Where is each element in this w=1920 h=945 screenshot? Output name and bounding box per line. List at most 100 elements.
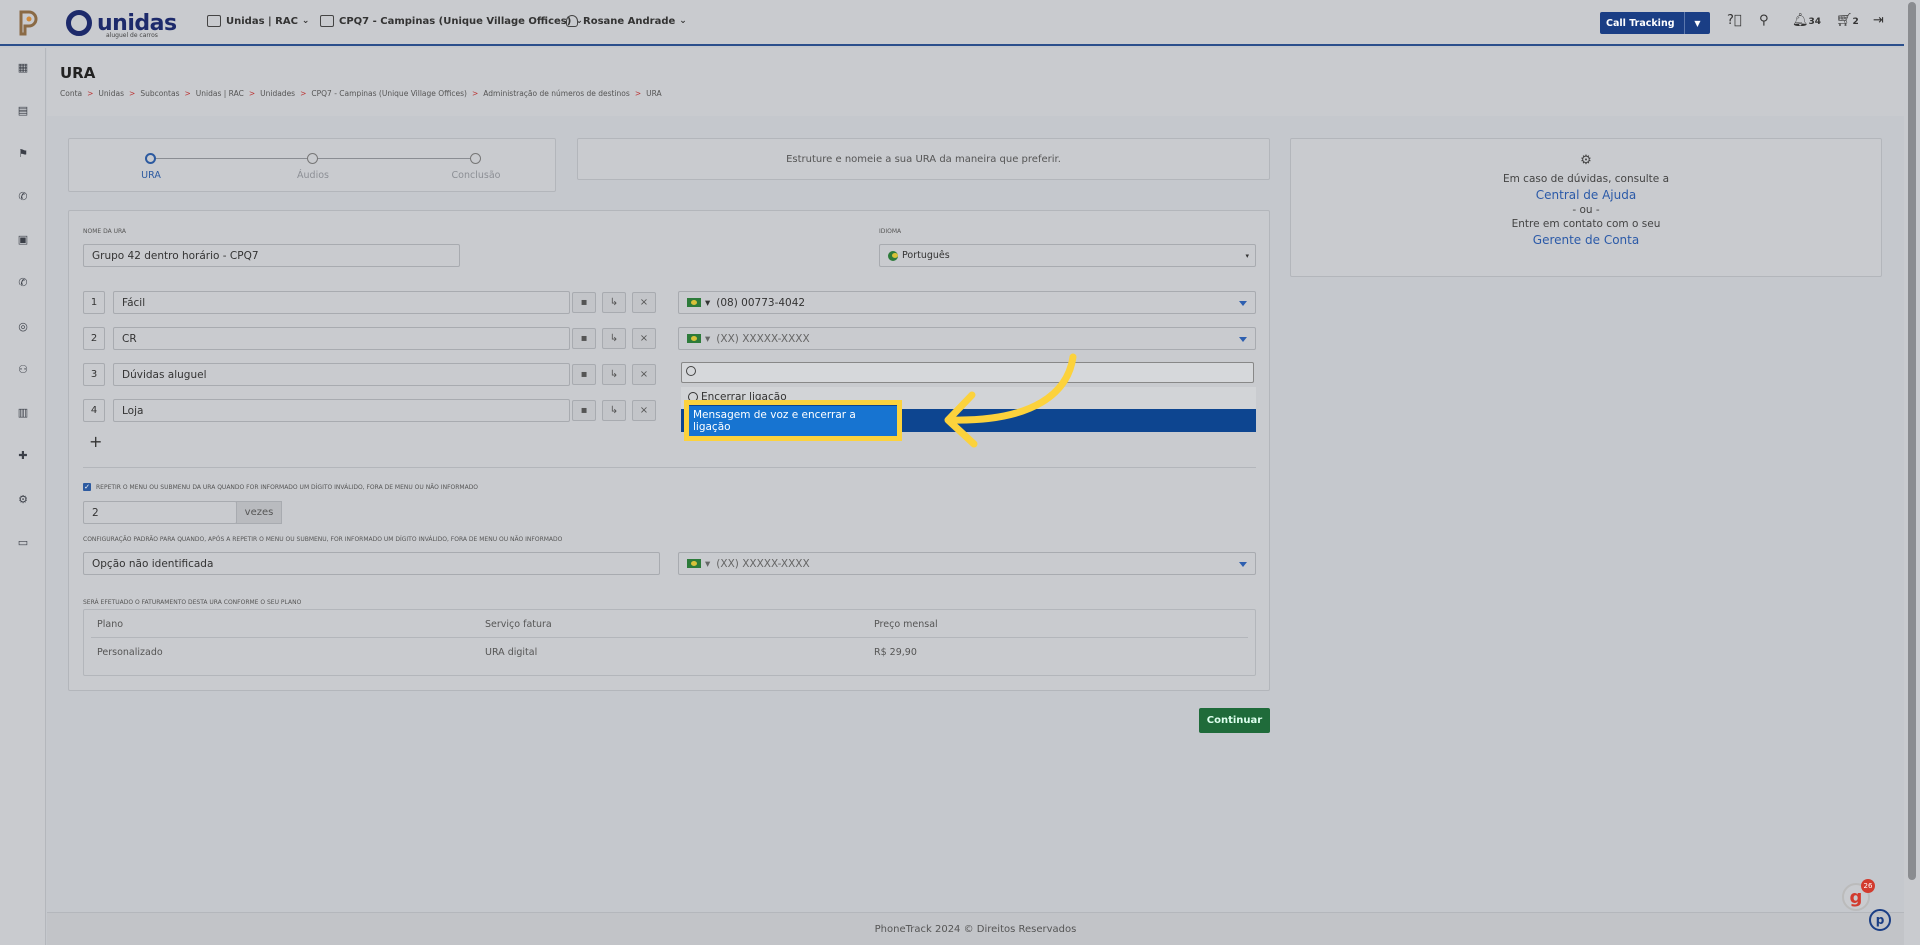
breadcrumb-item[interactable]: CPQ7 - Campinas (Unique Village Offices) (311, 89, 467, 98)
breadcrumb-item[interactable]: Conta (60, 89, 82, 98)
ura-name-value: Grupo 42 dentro horário - CPQ7 (92, 249, 259, 262)
billing-header-price: Preço mensal (874, 619, 938, 630)
unit-select-label: CPQ7 - Campinas (Unique Village Offices) (339, 15, 572, 27)
notifications-count: 34 (1808, 17, 1822, 27)
submenu-icon[interactable]: ↳ (602, 400, 626, 421)
option-label-value: CR (122, 332, 137, 345)
option-label-input[interactable]: Fácil (113, 291, 570, 314)
unidas-logo[interactable]: unidas aluguel de carros (66, 6, 177, 40)
building-icon[interactable]: ▤ (16, 105, 30, 117)
logout-icon[interactable]: ⇥ (1873, 13, 1884, 28)
billing-price-value: R$ 29,90 (874, 647, 917, 658)
dashboard-icon[interactable]: ▦ (16, 62, 30, 74)
caret-down-icon (1239, 301, 1247, 306)
option-number: 3 (83, 363, 105, 386)
help-center-link[interactable]: Central de Ajuda (1291, 188, 1881, 202)
flag-icon[interactable]: ⚑ (16, 148, 30, 160)
language-select[interactable]: Português ▾ (879, 244, 1256, 267)
step-dot-audios[interactable] (307, 153, 318, 164)
brazil-flag-icon (888, 250, 898, 261)
remove-option-icon[interactable]: × (632, 292, 656, 313)
breadcrumb-item[interactable]: Subcontas (140, 89, 179, 98)
scrollbar[interactable] (1904, 0, 1920, 945)
breadcrumb-separator-icon: > (129, 89, 136, 98)
highlight-box[interactable]: Mensagem de voz e encerrar a ligação (684, 400, 902, 441)
puzzle-icon[interactable]: ✚ (16, 450, 30, 462)
remove-option-icon[interactable]: × (632, 400, 656, 421)
notifications-button[interactable]: 🔔︎34 (1792, 13, 1821, 28)
settings-icon[interactable]: ⚙ (16, 494, 30, 506)
audio-icon[interactable]: ▪ (572, 364, 596, 385)
users-icon[interactable]: ⚇ (16, 364, 30, 376)
default-destination-select[interactable]: ▾ (XX) XXXXX-XXXX (678, 552, 1256, 575)
phone-call-icon[interactable]: ✆ (16, 277, 30, 289)
product-button-label: Call Tracking (1606, 17, 1675, 29)
help-icon[interactable]: ?⃝ (1727, 13, 1742, 28)
audio-icon[interactable]: ▪ (572, 328, 596, 349)
destination-select[interactable]: ▾ (XX) XXXXX-XXXX (678, 327, 1256, 350)
intro-text: Estruture e nomeie a sua URA da maneira … (786, 153, 1061, 165)
reports-icon[interactable]: ▥ (16, 407, 30, 419)
submenu-icon[interactable]: ↳ (602, 292, 626, 313)
option-label-input[interactable]: CR (113, 327, 570, 350)
repeat-suffix: vezes (236, 501, 282, 524)
account-select[interactable]: Unidas | RAC ⌄ (207, 15, 309, 27)
repeat-count-input[interactable]: 2 (83, 501, 237, 524)
contact-card-icon[interactable]: ▣ (16, 234, 30, 246)
destination-value: (08) 00773-4042 (716, 296, 806, 309)
dropdown-option-voice-end-label: Mensagem de voz e encerrar a ligação (689, 405, 897, 436)
scrollbar-thumb[interactable] (1908, 2, 1916, 880)
option-label-input[interactable]: Loja (113, 399, 570, 422)
breadcrumb-item[interactable]: Administração de números de destinos (483, 89, 630, 98)
dropdown-dot-icon: ▾ (705, 557, 711, 570)
help-card: ⚙ Em caso de dúvidas, consulte a Central… (1290, 138, 1882, 277)
repeat-checkbox[interactable]: ✓ (83, 483, 91, 491)
destination-select[interactable]: ▾ (08) 00773-4042 (678, 291, 1256, 314)
phonetrack-logo[interactable] (18, 8, 40, 36)
cart-icon: 🛒︎ (1836, 13, 1853, 28)
billing-table: Plano Serviço fatura Preço mensal Person… (83, 609, 1256, 676)
store-icon[interactable]: ▭ (16, 537, 30, 549)
unit-select[interactable]: CPQ7 - Campinas (Unique Village Offices)… (320, 15, 583, 27)
dropdown-dot-icon: ▾ (705, 296, 711, 309)
search-icon[interactable]: ⚲ (1759, 13, 1769, 28)
step-dot-conclusao[interactable] (470, 153, 481, 164)
building-icon (320, 15, 334, 27)
breadcrumb-item[interactable]: Unidas | RAC (196, 89, 244, 98)
default-option-input[interactable]: Opção não identificada (83, 552, 660, 575)
breadcrumb-item[interactable]: Unidades (260, 89, 295, 98)
add-option-icon[interactable]: + (89, 432, 102, 451)
breadcrumb-item[interactable]: Unidas (98, 89, 124, 98)
page-title: URA (60, 64, 96, 82)
default-config-label: Configuração padrão para quando, após a … (83, 536, 563, 543)
remove-option-icon[interactable]: × (632, 364, 656, 385)
step-dot-ura[interactable] (145, 153, 156, 164)
caret-down-icon[interactable]: ▼ (1684, 12, 1710, 34)
submenu-icon[interactable]: ↳ (602, 328, 626, 349)
brazil-flag-icon (687, 559, 701, 568)
phonetrack-widget-icon[interactable]: p (1869, 909, 1891, 931)
phone-icon[interactable]: ✆ (16, 191, 30, 203)
submenu-icon[interactable]: ↳ (602, 364, 626, 385)
user-select[interactable]: Rosane Andrade ⌄ (566, 15, 687, 27)
remove-option-icon[interactable]: × (632, 328, 656, 349)
account-manager-link[interactable]: Gerente de Conta (1291, 233, 1881, 247)
billing-service-value: URA digital (485, 647, 538, 658)
help-or: - ou - (1572, 204, 1600, 216)
audio-icon[interactable]: ▪ (572, 400, 596, 421)
option-label-value: Fácil (122, 296, 146, 309)
option-number: 2 (83, 327, 105, 350)
cart-button[interactable]: 🛒︎2 (1836, 13, 1859, 28)
destination-value: (XX) XXXXX-XXXX (716, 332, 810, 345)
unidas-ring-icon (66, 10, 92, 36)
product-button[interactable]: Call Tracking ▼ (1600, 12, 1710, 34)
ura-name-input[interactable]: Grupo 42 dentro horário - CPQ7 (83, 244, 460, 267)
option-label-input[interactable]: Dúvidas aluguel (113, 363, 570, 386)
continue-button[interactable]: Continuar (1199, 708, 1270, 733)
divider (83, 467, 1256, 468)
language-value: Português (902, 250, 950, 261)
breadcrumb-separator-icon: > (87, 89, 94, 98)
target-icon[interactable]: ◎ (16, 321, 30, 333)
audio-icon[interactable]: ▪ (572, 292, 596, 313)
step-label-conclusao: Conclusão (451, 170, 501, 181)
